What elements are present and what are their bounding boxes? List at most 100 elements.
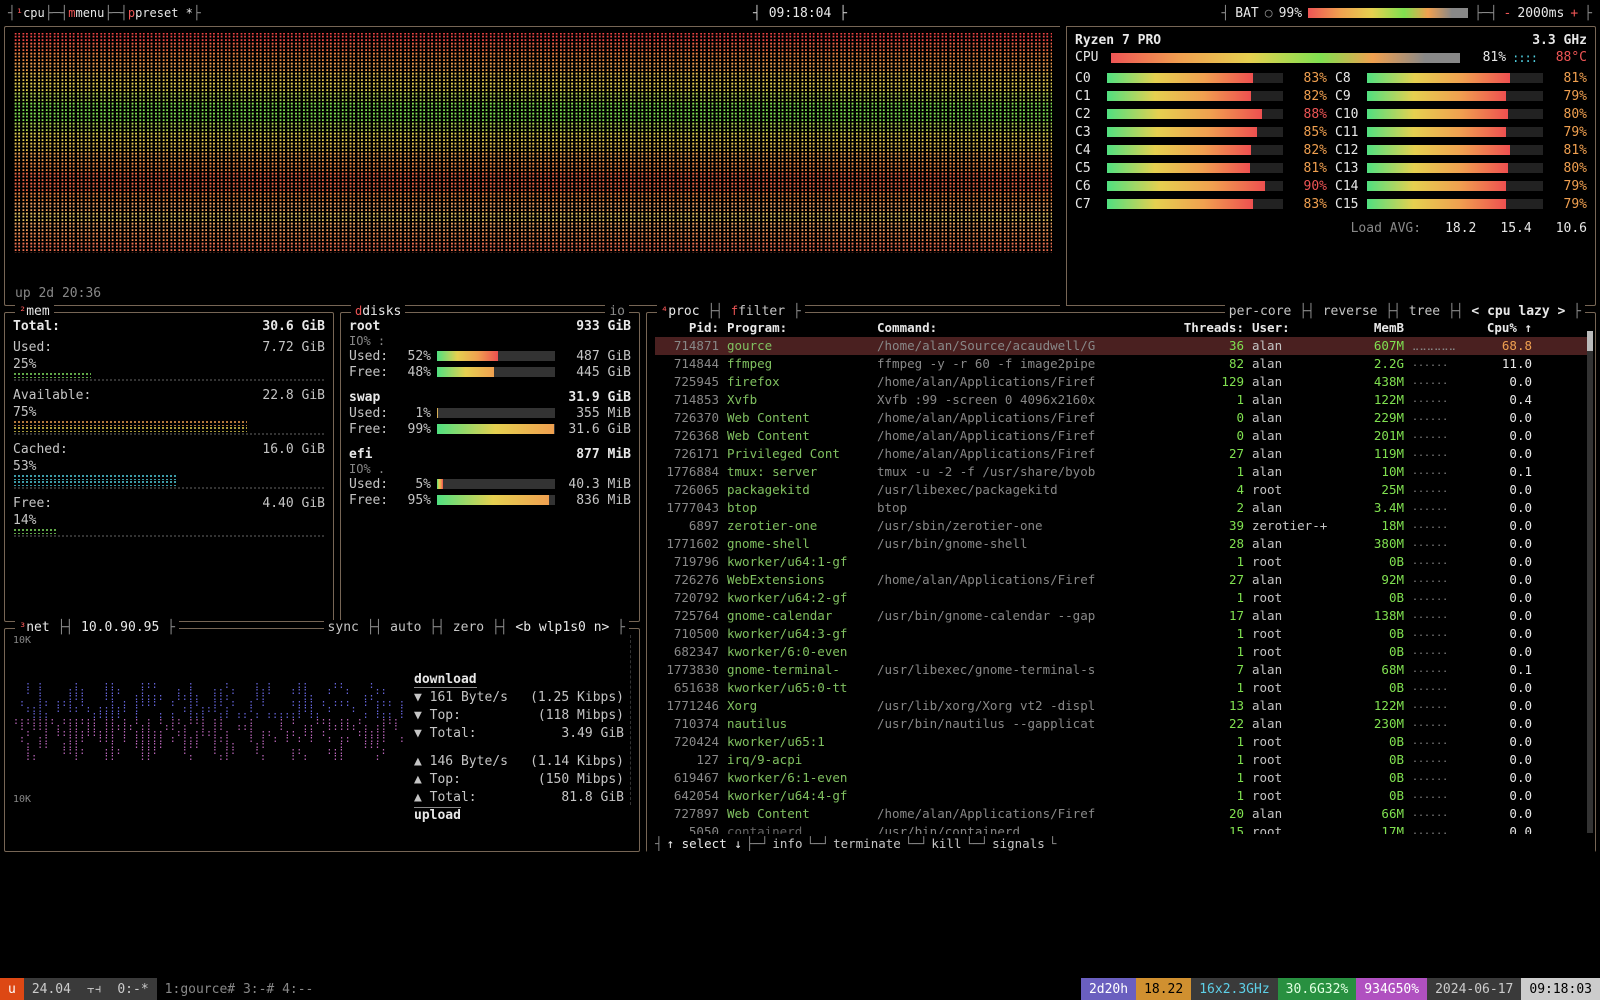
battery-meter bbox=[1308, 8, 1468, 18]
process-row[interactable]: 1771602gnome-shell/usr/bin/gnome-shell28… bbox=[655, 535, 1587, 553]
process-row[interactable]: 720424kworker/u65:11root0B......0.0 bbox=[655, 733, 1587, 751]
process-row[interactable]: 1771246Xorg/usr/lib/xorg/Xorg vt2 -displ… bbox=[655, 697, 1587, 715]
cpu-total-pct: 81% bbox=[1466, 50, 1506, 65]
process-row[interactable]: 127irq/9-acpi1root0B......0.0 bbox=[655, 751, 1587, 769]
proc-action-info[interactable]: info bbox=[772, 836, 802, 851]
proc-scrollbar[interactable] bbox=[1587, 331, 1593, 833]
process-row[interactable]: 710500kworker/u64:3-gf1root0B......0.0 bbox=[655, 625, 1587, 643]
cpu-core-C7: C783% bbox=[1075, 195, 1327, 213]
proc-opt-percore[interactable]: per-core bbox=[1229, 304, 1292, 319]
process-row[interactable]: 682347kworker/6:0-even1root0B......0.0 bbox=[655, 643, 1587, 661]
process-row[interactable]: 651638kworker/u65:0-tt1root0B......0.0 bbox=[655, 679, 1587, 697]
mem-cached: 16.0 GiB bbox=[262, 442, 325, 457]
tmux-statusbar: u 24.04 ⫟⫞ 0:-* 1:gource# 3:-# 4:-- 2d20… bbox=[0, 978, 1600, 1000]
layout-icon: ⫟⫞ bbox=[79, 978, 109, 1000]
status-time: 09:18:03 bbox=[1521, 978, 1600, 1000]
process-row[interactable]: 726370Web Content/home/alan/Applications… bbox=[655, 409, 1587, 427]
mem-avail-pct: 75% bbox=[13, 405, 325, 420]
loadavg-1: 18.2 bbox=[1445, 221, 1476, 236]
cpu-temp: 88°C bbox=[1543, 50, 1587, 65]
process-panel: ⁴proc ├┤ ffilter ├ per-core ├┤ reverse ├… bbox=[646, 312, 1596, 852]
cpu-core-C8: C881% bbox=[1335, 69, 1587, 87]
cpu-history-panel: ⣿⣿⣿⣿⣿⣿⣿⣿⣿⣿⣿⣿⣿⣿⣿⣿⣿⣿⣿⣿⣿⣿⣿⣿⣿⣿⣿⣿⣿⣿⣿⣿⣿⣿⣿⣿⣿⣿⣿⣿… bbox=[4, 26, 1060, 306]
update-plus-button[interactable]: + bbox=[1570, 6, 1578, 21]
net-graph: 10K 10K bbox=[13, 635, 631, 805]
clock: ┤ 09:18:04 ├ bbox=[753, 6, 847, 21]
mem-used-pct: 25% bbox=[13, 357, 325, 372]
net-dl-total: ▼ Total: bbox=[414, 725, 477, 743]
process-row[interactable]: 726171Privileged Cont/home/alan/Applicat… bbox=[655, 445, 1587, 463]
process-row[interactable]: 1777043btopbtop2alan3.4M......0.0 bbox=[655, 499, 1587, 517]
net-opt-auto[interactable]: auto bbox=[390, 620, 421, 635]
cpu-core-C13: C1380% bbox=[1335, 159, 1587, 177]
disks-panel: ddisks io root933 GiBIO% :Used:52%487 Gi… bbox=[340, 312, 640, 622]
process-row[interactable]: 619467kworker/6:1-even1root0B......0.0 bbox=[655, 769, 1587, 787]
session-id: 0:-* bbox=[109, 978, 156, 1000]
proc-opt-reverse[interactable]: reverse bbox=[1323, 304, 1378, 319]
process-row[interactable]: 725764gnome-calendar/usr/bin/gnome-calen… bbox=[655, 607, 1587, 625]
cpu-core-C11: C1179% bbox=[1335, 123, 1587, 141]
window-list[interactable]: 1:gource# 3:-# 4:-- bbox=[157, 978, 322, 1000]
status-cpu: 16x2.3GHz bbox=[1191, 978, 1277, 1000]
process-row[interactable]: 1773830gnome-terminal-/usr/libexec/gnome… bbox=[655, 661, 1587, 679]
loadavg-label: Load AVG: bbox=[1351, 221, 1421, 236]
cpu-core-C6: C690% bbox=[1075, 177, 1327, 195]
menu-menu[interactable]: menu bbox=[75, 6, 104, 20]
cpu-name: Ryzen 7 PRO bbox=[1075, 33, 1161, 48]
process-row[interactable]: 6897zerotier-one/usr/sbin/zerotier-one39… bbox=[655, 517, 1587, 535]
status-disk: 934G50% bbox=[1356, 978, 1427, 1000]
process-row[interactable]: 714844ffmpegffmpeg -y -r 60 -f image2pip… bbox=[655, 355, 1587, 373]
menu-preset[interactable]: preset * bbox=[135, 6, 193, 20]
proc-action-kill[interactable]: kill bbox=[931, 836, 961, 851]
proc-sort[interactable]: < cpu lazy > bbox=[1471, 304, 1565, 319]
mem-total-label: Total: bbox=[13, 319, 60, 334]
cpu-core-C9: C979% bbox=[1335, 87, 1587, 105]
cpu-core-C4: C482% bbox=[1075, 141, 1327, 159]
net-ul-heading: upload bbox=[414, 807, 461, 823]
proc-opt-tree[interactable]: tree bbox=[1409, 304, 1440, 319]
proc-action-signals[interactable]: signals bbox=[992, 836, 1045, 851]
process-row[interactable]: 642054kworker/u64:4-gf1root0B......0.0 bbox=[655, 787, 1587, 805]
mem-cached-pct: 53% bbox=[13, 459, 325, 474]
disk-root: root933 GiBIO% :Used:52%487 GiBFree:48%4… bbox=[349, 319, 631, 380]
mem-avail-label: Available: bbox=[13, 388, 91, 403]
menu-cpu[interactable]: cpu bbox=[23, 6, 45, 20]
update-minus-button[interactable]: - bbox=[1504, 6, 1512, 21]
process-row[interactable]: 720792kworker/u64:2-gf1root0B......0.0 bbox=[655, 589, 1587, 607]
cpu-label: CPU bbox=[1075, 50, 1105, 65]
status-date: 2024-06-17 bbox=[1427, 978, 1521, 1000]
net-dl-heading: download bbox=[414, 672, 477, 688]
cpu-total-bar bbox=[1111, 53, 1460, 63]
process-row[interactable]: 726065packagekitd/usr/libexec/packagekit… bbox=[655, 481, 1587, 499]
disk-swap: swap31.9 GiBUsed:1%355 MiBFree:99%31.6 G… bbox=[349, 390, 631, 437]
mem-free-label: Free: bbox=[13, 496, 52, 511]
proc-action-terminate[interactable]: terminate bbox=[833, 836, 901, 851]
process-row[interactable]: 710374nautilus/usr/bin/nautilus --gappli… bbox=[655, 715, 1587, 733]
uptime: up 2d 20:36 bbox=[15, 286, 101, 301]
loadavg-15: 10.6 bbox=[1556, 221, 1587, 236]
process-table[interactable]: Pid:Program:Command:Threads:User:MemBCpu… bbox=[655, 319, 1587, 841]
proc-action-select[interactable]: ↑ select ↓ bbox=[667, 836, 742, 851]
net-ul-top: ▲ Top: bbox=[414, 771, 461, 789]
mem-cached-label: Cached: bbox=[13, 442, 68, 457]
process-row[interactable]: 726368Web Content/home/alan/Applications… bbox=[655, 427, 1587, 445]
distro-version: 24.04 bbox=[24, 978, 79, 1000]
net-opt-sync[interactable]: sync bbox=[328, 620, 359, 635]
cpu-core-C5: C581% bbox=[1075, 159, 1327, 177]
mem-used: 7.72 GiB bbox=[262, 340, 325, 355]
process-row[interactable]: 725945firefox/home/alan/Applications/Fir… bbox=[655, 373, 1587, 391]
battery-pct: 99% bbox=[1279, 6, 1302, 21]
process-row[interactable]: 1776884tmux: servertmux -u -2 -f /usr/sh… bbox=[655, 463, 1587, 481]
status-mem: 30.6G32% bbox=[1278, 978, 1357, 1000]
process-row[interactable]: 714871gource/home/alan/Source/acaudwell/… bbox=[655, 337, 1587, 355]
mem-total: 30.6 GiB bbox=[262, 319, 325, 334]
net-opt-zero[interactable]: zero bbox=[453, 620, 484, 635]
process-row[interactable]: 719796kworker/u64:1-gf1root0B......0.0 bbox=[655, 553, 1587, 571]
memory-panel: ²mem Total:30.6 GiB Used:7.72 GiB 25% Av… bbox=[4, 312, 334, 622]
process-row[interactable]: 726276WebExtensions/home/alan/Applicatio… bbox=[655, 571, 1587, 589]
cpu-core-C15: C1579% bbox=[1335, 195, 1587, 213]
process-row[interactable]: 727897Web Content/home/alan/Applications… bbox=[655, 805, 1587, 823]
disk-efi: efi877 MiBIO% .Used:5%40.3 MiBFree:95%83… bbox=[349, 447, 631, 508]
process-row[interactable]: 714853XvfbXvfb :99 -screen 0 4096x2160x1… bbox=[655, 391, 1587, 409]
net-iface[interactable]: <b wlp1s0 n> bbox=[515, 620, 609, 635]
